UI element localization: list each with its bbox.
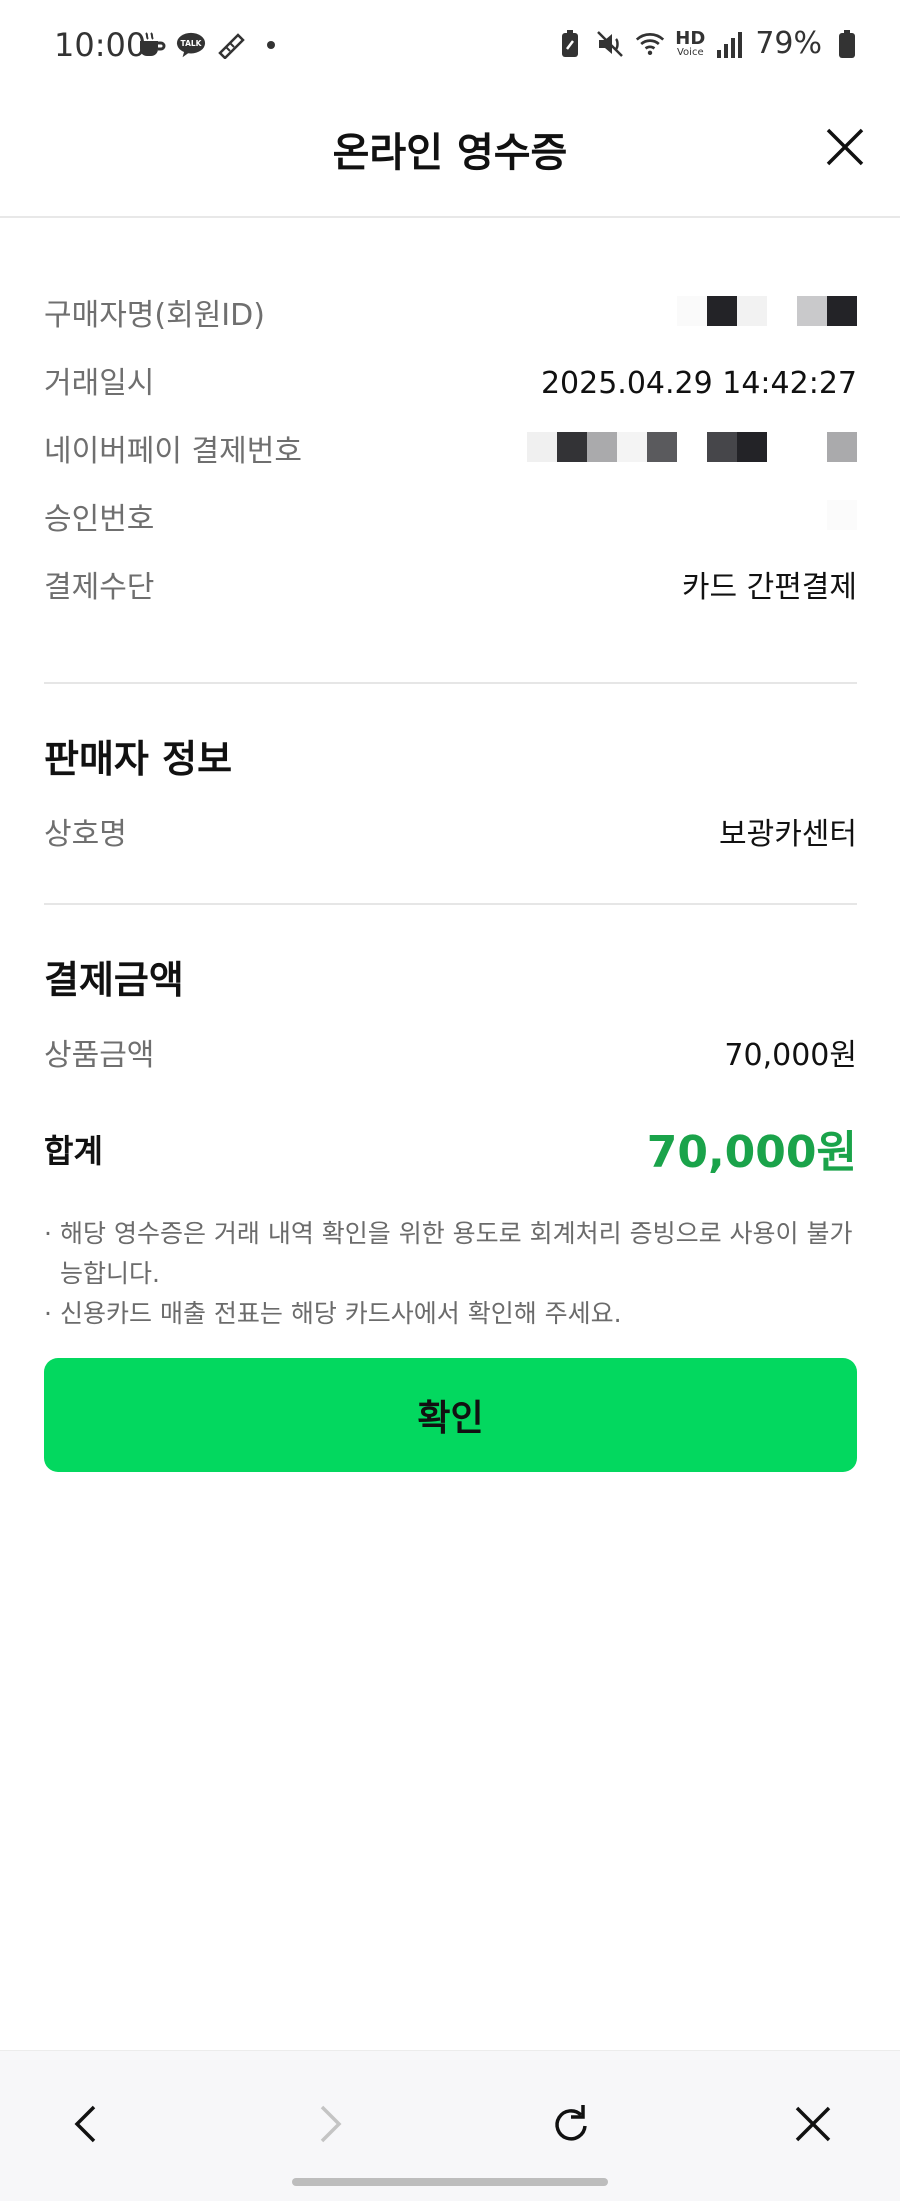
header: 온라인 영수증 (0, 92, 900, 218)
note-item: 신용카드 매출 전표는 해당 카드사에서 확인해 주세요. (44, 1294, 857, 1334)
naverpay-number-row: 네이버페이 결제번호 (44, 432, 857, 500)
product-amount-value: 70,000원 (724, 1038, 857, 1073)
transaction-date-label: 거래일시 (44, 366, 155, 401)
refresh-button[interactable] (546, 2099, 596, 2149)
approval-number-row: 승인번호 (44, 500, 857, 568)
business-name-value: 보광카센터 (719, 817, 857, 852)
battery-saver-icon (555, 29, 585, 59)
status-time: 10:00 (54, 26, 147, 64)
kakaotalk-icon: TALK (176, 30, 206, 60)
status-left-icons: TALK (136, 30, 286, 60)
back-icon (74, 2105, 96, 2143)
battery-percent: 79% (755, 26, 822, 61)
back-button[interactable] (62, 2099, 112, 2149)
hd-voice-icon: HD Voice (675, 27, 706, 58)
battery-icon (832, 29, 862, 59)
receipt-content: 구매자명(회원ID) 거래일시 2025.04.29 14:42:27 네이버페… (44, 216, 857, 1334)
naverpay-number-label: 네이버페이 결제번호 (44, 434, 302, 469)
buyer-row: 구매자명(회원ID) (44, 296, 857, 364)
refresh-icon (555, 2105, 587, 2141)
transaction-date-row: 거래일시 2025.04.29 14:42:27 (44, 364, 857, 432)
total-label: 합계 (44, 1132, 103, 1170)
buyer-masked-value (677, 296, 857, 326)
transaction-date-value: 2025.04.29 14:42:27 (540, 366, 857, 401)
forward-button[interactable] (304, 2099, 354, 2149)
status-right-icons: HD Voice 79% (555, 26, 862, 61)
approval-number-masked-value (827, 500, 857, 530)
voice-text: Voice (676, 46, 704, 58)
approval-number-label: 승인번호 (44, 502, 155, 537)
hd-text: HD (675, 27, 706, 49)
notes: 해당 영수증은 거래 내역 확인을 위한 용도로 회계처리 증빙으로 사용이 불… (44, 1214, 857, 1334)
seller-section-title: 판매자 정보 (44, 737, 233, 781)
business-name-label: 상호명 (44, 817, 127, 852)
page-title: 온라인 영수증 (332, 130, 568, 176)
product-amount-row: 상품금액 70,000원 (44, 1036, 857, 1104)
coffee-icon (136, 30, 166, 60)
close-button[interactable] (820, 122, 870, 172)
naverpay-number-masked-value (527, 432, 857, 462)
close-tab-button[interactable] (788, 2099, 838, 2149)
forward-icon (320, 2105, 342, 2143)
ticket-icon (216, 30, 246, 60)
svg-text:TALK: TALK (181, 39, 203, 48)
dot-icon (256, 30, 286, 60)
note-item: 해당 영수증은 거래 내역 확인을 위한 용도로 회계처리 증빙으로 사용이 불… (44, 1214, 857, 1294)
confirm-button[interactable]: 확인 (44, 1358, 857, 1472)
total-row: 합계 70,000원 (44, 1116, 857, 1196)
close-icon (795, 2106, 831, 2142)
signal-icon (715, 29, 745, 59)
payment-section-title: 결제금액 (44, 958, 184, 1002)
close-icon (826, 128, 864, 166)
buyer-label: 구매자명(회원ID) (44, 298, 265, 333)
payment-method-row: 결제수단 카드 간편결제 (44, 568, 857, 636)
home-indicator[interactable] (292, 2178, 608, 2186)
business-name-row: 상호명 보광카센터 (44, 815, 857, 883)
mute-icon (595, 29, 625, 59)
wifi-icon (635, 29, 665, 59)
payment-method-label: 결제수단 (44, 570, 155, 605)
payment-method-value: 카드 간편결제 (681, 570, 857, 605)
product-amount-label: 상품금액 (44, 1038, 155, 1073)
total-value: 70,000원 (646, 1127, 857, 1178)
status-bar: 10:00 TALK HD Voice 79% (0, 0, 900, 92)
